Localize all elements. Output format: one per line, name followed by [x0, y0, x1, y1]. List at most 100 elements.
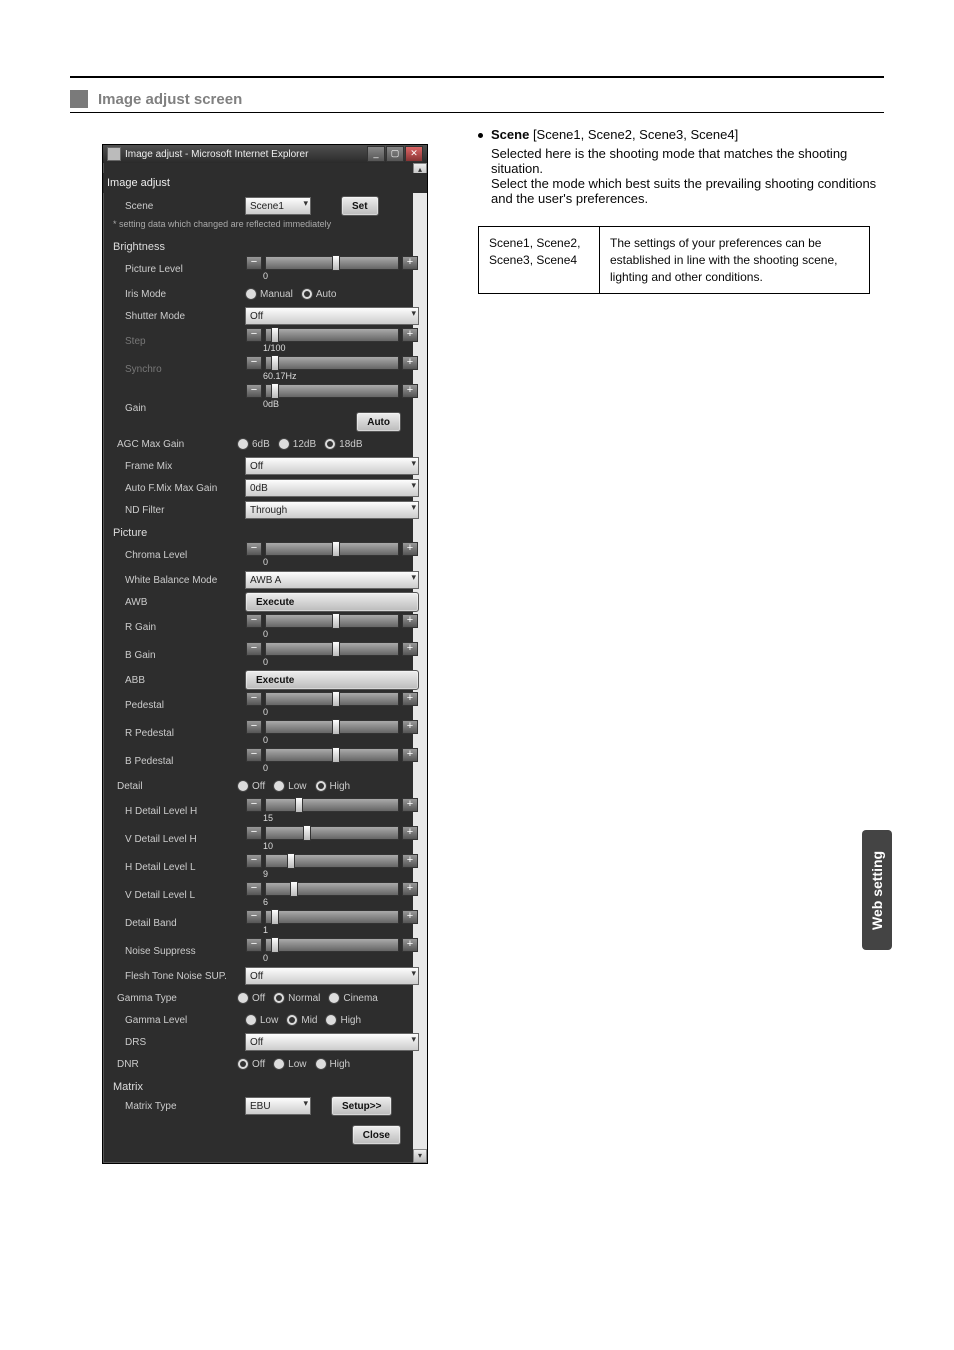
- step-slider[interactable]: −+: [245, 328, 419, 342]
- synchro-slider[interactable]: −+: [245, 356, 419, 370]
- scene-label: Scene: [111, 201, 245, 212]
- abb-execute-button[interactable]: Execute: [245, 670, 419, 690]
- h-detail-level-l-value: 9: [245, 868, 419, 880]
- chroma-level-label: Chroma Level: [111, 550, 245, 561]
- iris-mode-radios[interactable]: Manual Auto: [245, 288, 419, 300]
- synchro-value: 60.17Hz: [245, 370, 419, 382]
- gain-auto-button[interactable]: Auto: [356, 412, 401, 432]
- noise-suppress-slider[interactable]: −+: [245, 938, 419, 952]
- h-detail-level-h-slider[interactable]: −+: [245, 798, 419, 812]
- b-pedestal-label: B Pedestal: [111, 756, 245, 767]
- r-pedestal-value: 0: [245, 734, 419, 746]
- close-button[interactable]: Close: [352, 1125, 401, 1145]
- image-adjust-window: Image adjust - Microsoft Internet Explor…: [102, 144, 428, 1164]
- h-detail-level-h-value: 15: [245, 812, 419, 824]
- b-gain-slider[interactable]: −+: [245, 642, 419, 656]
- abb-label: ABB: [111, 675, 245, 686]
- gain-label: Gain: [111, 403, 245, 414]
- v-detail-level-h-label: V Detail Level H: [111, 834, 245, 845]
- panel-heading: Image adjust: [103, 173, 427, 193]
- minimize-button[interactable]: _: [367, 146, 385, 162]
- r-gain-value: 0: [245, 628, 419, 640]
- r-gain-slider[interactable]: −+: [245, 614, 419, 628]
- matrix-group: Matrix: [109, 1075, 421, 1095]
- agc-max-gain-label: AGC Max Gain: [111, 439, 237, 450]
- h-detail-level-h-label: H Detail Level H: [111, 806, 245, 817]
- auto-fmix-max-gain-select[interactable]: 0dB: [245, 479, 419, 497]
- frame-mix-label: Frame Mix: [111, 461, 245, 472]
- noise-suppress-label: Noise Suppress: [111, 946, 245, 957]
- h-detail-level-l-slider[interactable]: −+: [245, 854, 419, 868]
- r-gain-label: R Gain: [111, 622, 245, 633]
- b-pedestal-slider[interactable]: −+: [245, 748, 419, 762]
- side-tab-web-setting: Web setting: [862, 830, 892, 950]
- step-label: Step: [111, 336, 245, 347]
- chroma-level-slider[interactable]: −+: [245, 542, 419, 556]
- chroma-level-value: 0: [245, 556, 419, 568]
- matrix-setup-button[interactable]: Setup>>: [331, 1096, 392, 1116]
- scene-table-right: The settings of your preferences can be …: [600, 227, 870, 294]
- detail-radios[interactable]: Off Low High: [237, 780, 419, 792]
- ie-icon: [107, 147, 121, 161]
- gain-value: 0dB: [245, 398, 419, 410]
- b-gain-label: B Gain: [111, 650, 245, 661]
- v-detail-level-h-slider[interactable]: −+: [245, 826, 419, 840]
- dnr-radios[interactable]: Off Low High: [237, 1058, 419, 1070]
- awb-label: AWB: [111, 597, 245, 608]
- drs-select[interactable]: Off: [245, 1033, 419, 1051]
- v-detail-level-l-value: 6: [245, 896, 419, 908]
- nd-filter-select[interactable]: Through: [245, 501, 419, 519]
- brightness-group: Brightness: [109, 235, 421, 255]
- detail-label: Detail: [111, 781, 237, 792]
- gamma-level-label: Gamma Level: [111, 1015, 245, 1026]
- v-detail-level-h-value: 10: [245, 840, 419, 852]
- nd-filter-label: ND Filter: [111, 505, 245, 516]
- gain-slider[interactable]: −+: [245, 384, 419, 398]
- maximize-button[interactable]: ▢: [386, 146, 404, 162]
- section-marker: [70, 90, 88, 108]
- white-balance-mode-select[interactable]: AWB A: [245, 571, 419, 589]
- pedestal-label: Pedestal: [111, 700, 245, 711]
- pedestal-slider[interactable]: −+: [245, 692, 419, 706]
- gamma-level-radios[interactable]: Low Mid High: [245, 1014, 419, 1026]
- agc-max-gain-radios[interactable]: 6dB 12dB 18dB: [237, 438, 419, 450]
- gamma-type-radios[interactable]: Off Normal Cinema: [237, 992, 419, 1004]
- drs-label: DRS: [111, 1037, 245, 1048]
- v-detail-level-l-label: V Detail Level L: [111, 890, 245, 901]
- set-button[interactable]: Set: [341, 196, 379, 216]
- awb-execute-button[interactable]: Execute: [245, 592, 419, 612]
- auto-fmix-max-gain-label: Auto F.Mix Max Gain: [111, 483, 245, 494]
- flesh-tone-noise-sup-select[interactable]: Off: [245, 967, 419, 985]
- picture-level-slider[interactable]: −+: [245, 256, 419, 270]
- scene-select[interactable]: Scene1: [245, 197, 311, 215]
- picture-level-value: 0: [245, 270, 419, 282]
- synchro-label: Synchro: [111, 364, 245, 375]
- picture-group: Picture: [109, 521, 421, 541]
- r-pedestal-slider[interactable]: −+: [245, 720, 419, 734]
- r-pedestal-label: R Pedestal: [111, 728, 245, 739]
- b-pedestal-value: 0: [245, 762, 419, 774]
- dnr-label: DNR: [111, 1059, 237, 1070]
- detail-band-slider[interactable]: −+: [245, 910, 419, 924]
- shutter-mode-label: Shutter Mode: [111, 311, 245, 322]
- scene-doc-body: Selected here is the shooting mode that …: [491, 146, 878, 206]
- window-titlebar: Image adjust - Microsoft Internet Explor…: [103, 145, 427, 163]
- shutter-mode-select[interactable]: Off: [245, 307, 419, 325]
- immediate-note: * setting data which changed are reflect…: [109, 217, 421, 235]
- bullet-icon: [478, 133, 483, 138]
- scene-table-left: Scene1, Scene2, Scene3, Scene4: [479, 227, 600, 294]
- white-balance-mode-label: White Balance Mode: [111, 575, 245, 586]
- frame-mix-select[interactable]: Off: [245, 457, 419, 475]
- h-detail-level-l-label: H Detail Level L: [111, 862, 245, 873]
- window-title: Image adjust - Microsoft Internet Explor…: [125, 149, 308, 160]
- step-value: 1/100: [245, 342, 419, 354]
- matrix-type-label: Matrix Type: [111, 1101, 245, 1112]
- noise-suppress-value: 0: [245, 952, 419, 964]
- v-detail-level-l-slider[interactable]: −+: [245, 882, 419, 896]
- pedestal-value: 0: [245, 706, 419, 718]
- close-window-button[interactable]: ✕: [405, 146, 423, 162]
- scene-doc-options: [Scene1, Scene2, Scene3, Scene4]: [533, 127, 738, 142]
- description-column: Scene [Scene1, Scene2, Scene3, Scene4] S…: [478, 127, 878, 294]
- scene-doc-heading: Scene: [491, 127, 529, 142]
- matrix-type-select[interactable]: EBU: [245, 1097, 311, 1115]
